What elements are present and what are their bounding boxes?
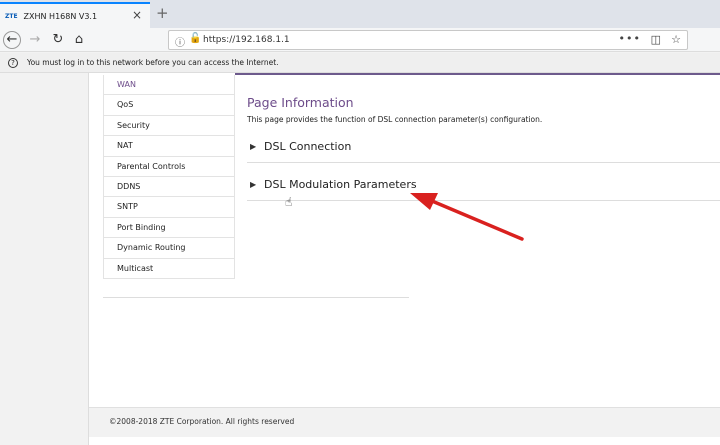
browser-tab-bar: ZTE ZXHN H168N V3.1 × + <box>0 0 720 28</box>
copyright-text: ©2008-2018 ZTE Corporation. All rights r… <box>109 417 295 426</box>
router-page: WAN QoS Security NAT Parental Controls D… <box>88 73 720 445</box>
section-label[interactable]: DSL Connection <box>264 140 351 153</box>
bookmark-star-icon[interactable]: ☆ <box>671 33 681 46</box>
close-tab-icon[interactable]: × <box>132 8 142 22</box>
captive-portal-notice: ? You must log in to this network before… <box>0 53 720 73</box>
expand-triangle-icon[interactable]: ▶ <box>250 142 256 151</box>
sidebar-item-dynamic-routing[interactable]: Dynamic Routing <box>103 238 235 259</box>
hand-cursor-icon: ☝ <box>285 195 293 209</box>
tab-title: ZXHN H168N V3.1 <box>23 11 98 21</box>
dsl-connection-section[interactable]: ▶ DSL Connection <box>247 138 720 163</box>
sidebar-item-sntp[interactable]: SNTP <box>103 197 235 218</box>
reload-button[interactable]: ↻ <box>49 31 67 49</box>
pocket-icon[interactable]: ◫ <box>651 33 661 46</box>
insecure-lock-icon[interactable]: 🔓 <box>189 33 201 44</box>
main-content: Page Information This page provides the … <box>247 95 720 201</box>
home-button[interactable]: ⌂ <box>70 31 88 49</box>
sidebar-item-port-binding[interactable]: Port Binding <box>103 217 235 239</box>
sidebar-item-nat[interactable]: NAT <box>103 136 235 157</box>
zte-favicon-icon: ZTE <box>5 12 18 20</box>
content-divider <box>103 297 409 298</box>
sidebar-item-security[interactable]: Security <box>103 115 235 137</box>
browser-nav-bar: ← → ↻ ⌂ ⓘ 🔓 https://192.168.1.1 ••• ◫ ☆ <box>0 28 720 52</box>
page-description: This page provides the function of DSL c… <box>247 115 543 124</box>
browser-tab[interactable]: ZTE ZXHN H168N V3.1 × <box>0 2 150 28</box>
info-icon[interactable]: ⓘ <box>175 34 185 49</box>
notice-text: You must log in to this network before y… <box>27 58 279 67</box>
page-title: Page Information <box>247 95 354 110</box>
sidebar-menu: WAN QoS Security NAT Parental Controls D… <box>103 75 235 279</box>
dsl-modulation-section[interactable]: ▶ DSL Modulation Parameters <box>247 176 720 201</box>
new-tab-button[interactable]: + <box>156 4 169 22</box>
url-text[interactable]: https://192.168.1.1 <box>203 35 290 45</box>
footer: ©2008-2018 ZTE Corporation. All rights r… <box>89 407 720 437</box>
header-accent-line <box>235 73 720 75</box>
sidebar-item-multicast[interactable]: Multicast <box>103 258 235 279</box>
page-actions-icon[interactable]: ••• <box>619 32 641 45</box>
section-label[interactable]: DSL Modulation Parameters <box>264 178 417 191</box>
address-bar[interactable]: ⓘ 🔓 https://192.168.1.1 ••• ◫ ☆ <box>168 30 688 50</box>
forward-button[interactable]: → <box>26 31 44 49</box>
sidebar-item-wan[interactable]: WAN <box>103 75 235 96</box>
sidebar-item-parental-controls[interactable]: Parental Controls <box>103 156 235 177</box>
expand-triangle-icon[interactable]: ▶ <box>250 180 256 189</box>
sidebar-item-qos[interactable]: QoS <box>103 95 235 116</box>
back-button[interactable]: ← <box>3 31 21 49</box>
question-icon: ? <box>8 57 18 68</box>
sidebar-item-ddns[interactable]: DDNS <box>103 176 235 198</box>
